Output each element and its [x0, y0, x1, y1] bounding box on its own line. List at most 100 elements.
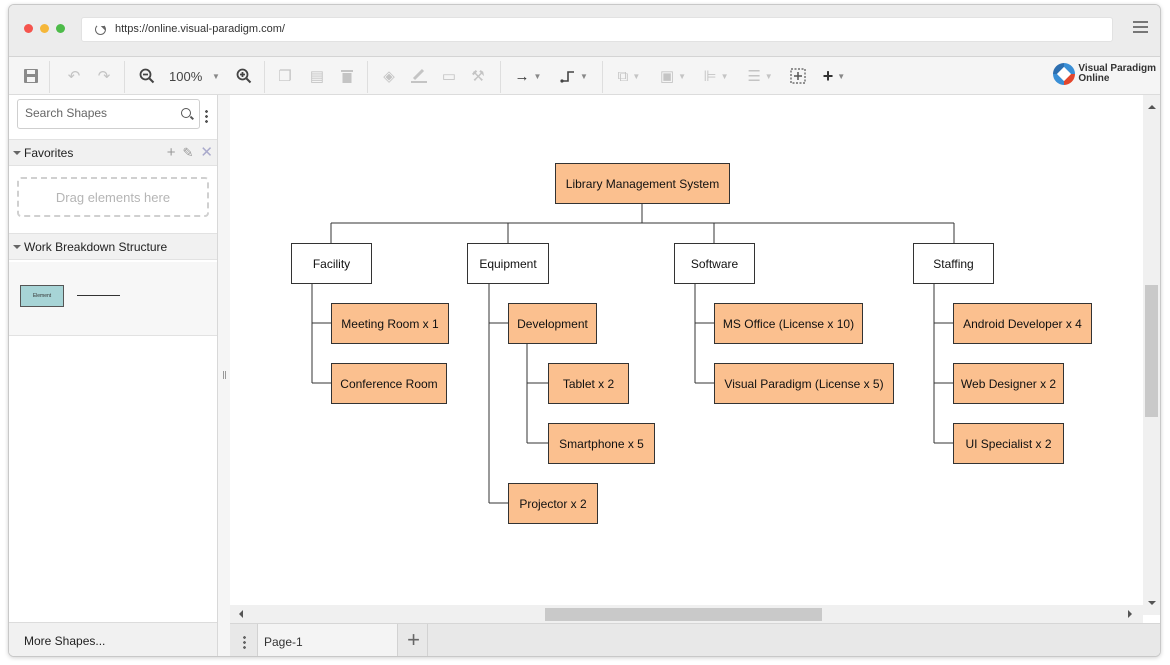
waypoint-style-button[interactable]: ▼: [557, 65, 591, 87]
scroll-left-icon[interactable]: [235, 610, 243, 618]
task-node[interactable]: Smartphone x 5: [548, 423, 655, 464]
more-shapes-button[interactable]: More Shapes...: [9, 622, 217, 656]
task-node[interactable]: Development: [508, 303, 597, 344]
fill-color-button[interactable]: ◈: [379, 65, 399, 87]
line-color-button[interactable]: [409, 65, 429, 87]
group-icon: ⧉: [617, 67, 629, 85]
shapes-sidebar: Favorites + ✎ ✕ Drag elements here Work …: [9, 95, 218, 656]
pen-icon: [411, 68, 427, 83]
splitter-grip-icon[interactable]: [223, 371, 226, 379]
task-node[interactable]: Tablet x 2: [548, 363, 629, 404]
connector-style-button[interactable]: → ▼: [511, 65, 545, 87]
copy-icon: ❐: [278, 68, 292, 85]
minimize-window-button[interactable]: [40, 24, 49, 33]
chevron-down-icon: ▼: [580, 71, 588, 81]
app-window: https://online.visual-paradigm.com/ ↶ ↷ …: [8, 4, 1161, 657]
diagram-canvas[interactable]: Library Management System Facility Equip…: [230, 95, 1143, 615]
reload-icon[interactable]: [95, 24, 106, 35]
task-node[interactable]: Visual Paradigm (License x 5): [714, 363, 894, 404]
category-node-staffing[interactable]: Staffing: [913, 243, 994, 284]
favorites-drop-zone[interactable]: Drag elements here: [17, 177, 209, 217]
browser-chrome: https://online.visual-paradigm.com/: [9, 5, 1160, 57]
category-node-facility[interactable]: Facility: [291, 243, 372, 284]
vertical-scrollbar[interactable]: [1143, 95, 1160, 615]
horizontal-scroll-thumb[interactable]: [545, 608, 822, 621]
horizontal-scrollbar[interactable]: [230, 605, 1143, 623]
address-bar[interactable]: https://online.visual-paradigm.com/: [81, 17, 1113, 42]
paste-icon: ▤: [309, 68, 325, 85]
undo-icon: ↶: [67, 68, 81, 85]
sidebar-menu-icon[interactable]: [205, 109, 208, 123]
chevron-down-icon: ▼: [632, 71, 641, 81]
page-menu-button[interactable]: [230, 624, 258, 656]
scroll-down-icon[interactable]: [1148, 601, 1156, 609]
zoom-out-button[interactable]: [136, 65, 158, 87]
close-icon[interactable]: ✕: [200, 144, 213, 162]
scroll-up-icon[interactable]: [1148, 101, 1156, 109]
favorites-header[interactable]: Favorites + ✎ ✕: [9, 139, 217, 166]
wbs-label: Work Breakdown Structure: [24, 240, 168, 254]
search-icon[interactable]: [181, 108, 191, 118]
favorites-actions: + ✎ ✕: [167, 144, 213, 162]
task-node[interactable]: MS Office (License x 10): [714, 303, 863, 344]
align-button[interactable]: ⊫ ▼: [699, 65, 733, 87]
shadow-button[interactable]: ▭: [439, 65, 459, 87]
distribute-button[interactable]: ☰ ▼: [743, 65, 777, 87]
add-favorite-icon[interactable]: +: [167, 144, 176, 162]
connector-shape[interactable]: [77, 295, 120, 296]
task-node[interactable]: Conference Room: [331, 363, 447, 404]
task-node[interactable]: Projector x 2: [508, 483, 598, 524]
wbs-root-node[interactable]: Library Management System: [555, 163, 730, 204]
undo-button[interactable]: ↶: [63, 65, 85, 87]
page-tab-label: Page-1: [264, 635, 303, 649]
wbs-shape-palette: Element: [9, 262, 217, 336]
fit-selection-button[interactable]: [788, 65, 808, 87]
save-button[interactable]: [21, 65, 41, 87]
vertical-scroll-thumb[interactable]: [1145, 285, 1158, 417]
favorites-label: Favorites: [24, 146, 74, 160]
group-button[interactable]: ⧉ ▼: [612, 65, 646, 87]
edit-favorite-icon[interactable]: ✎: [183, 144, 194, 162]
copy-button[interactable]: ❐: [275, 65, 295, 87]
url-text: https://online.visual-paradigm.com/: [115, 23, 285, 35]
close-window-button[interactable]: [24, 24, 33, 33]
plus-icon: +: [822, 65, 834, 86]
collapse-triangle-icon: [13, 245, 21, 253]
task-node[interactable]: Android Developer x 4: [953, 303, 1092, 344]
insert-button[interactable]: + ▼: [817, 65, 851, 87]
page-tab[interactable]: Page-1: [258, 624, 398, 656]
visual-paradigm-logo: Visual Paradigm Online: [1053, 63, 1156, 85]
category-node-software[interactable]: Software: [674, 243, 755, 284]
task-node[interactable]: Web Designer x 2: [953, 363, 1064, 404]
toolbar-separator: [264, 61, 265, 93]
redo-button[interactable]: ↷: [93, 65, 115, 87]
distribute-icon: ☰: [747, 68, 761, 85]
paste-button[interactable]: ▤: [307, 65, 327, 87]
task-node[interactable]: Meeting Room x 1: [331, 303, 449, 344]
page-bar: Page-1 +: [230, 623, 1160, 656]
chevron-down-icon: ▼: [678, 71, 687, 81]
add-page-button[interactable]: +: [400, 624, 428, 656]
arrow-right-icon: →: [514, 67, 530, 85]
delete-button[interactable]: [337, 65, 357, 87]
wbs-header[interactable]: Work Breakdown Structure: [9, 233, 217, 260]
category-node-equipment[interactable]: Equipment: [467, 243, 549, 284]
chevron-down-icon: ▼: [837, 71, 846, 81]
format-painter-button[interactable]: ⚒: [468, 65, 488, 87]
zoom-dropdown[interactable]: ▼: [208, 65, 220, 87]
brush-icon: ⚒: [471, 68, 485, 85]
maximize-window-button[interactable]: [56, 24, 65, 33]
zoom-in-button[interactable]: [233, 65, 255, 87]
element-shape[interactable]: Element: [20, 285, 64, 307]
browser-menu-icon[interactable]: [1133, 21, 1148, 33]
arrange-button[interactable]: ▣ ▼: [656, 65, 690, 87]
task-node[interactable]: UI Specialist x 2: [953, 423, 1064, 464]
more-shapes-label: More Shapes...: [24, 634, 106, 648]
search-shapes-box[interactable]: [17, 99, 200, 129]
scroll-right-icon[interactable]: [1128, 610, 1136, 618]
zoom-level[interactable]: 100%: [169, 69, 202, 84]
redo-icon: ↷: [97, 68, 111, 85]
sidebar-splitter[interactable]: [218, 95, 230, 656]
trash-icon: [341, 70, 353, 83]
search-input[interactable]: [25, 106, 175, 120]
